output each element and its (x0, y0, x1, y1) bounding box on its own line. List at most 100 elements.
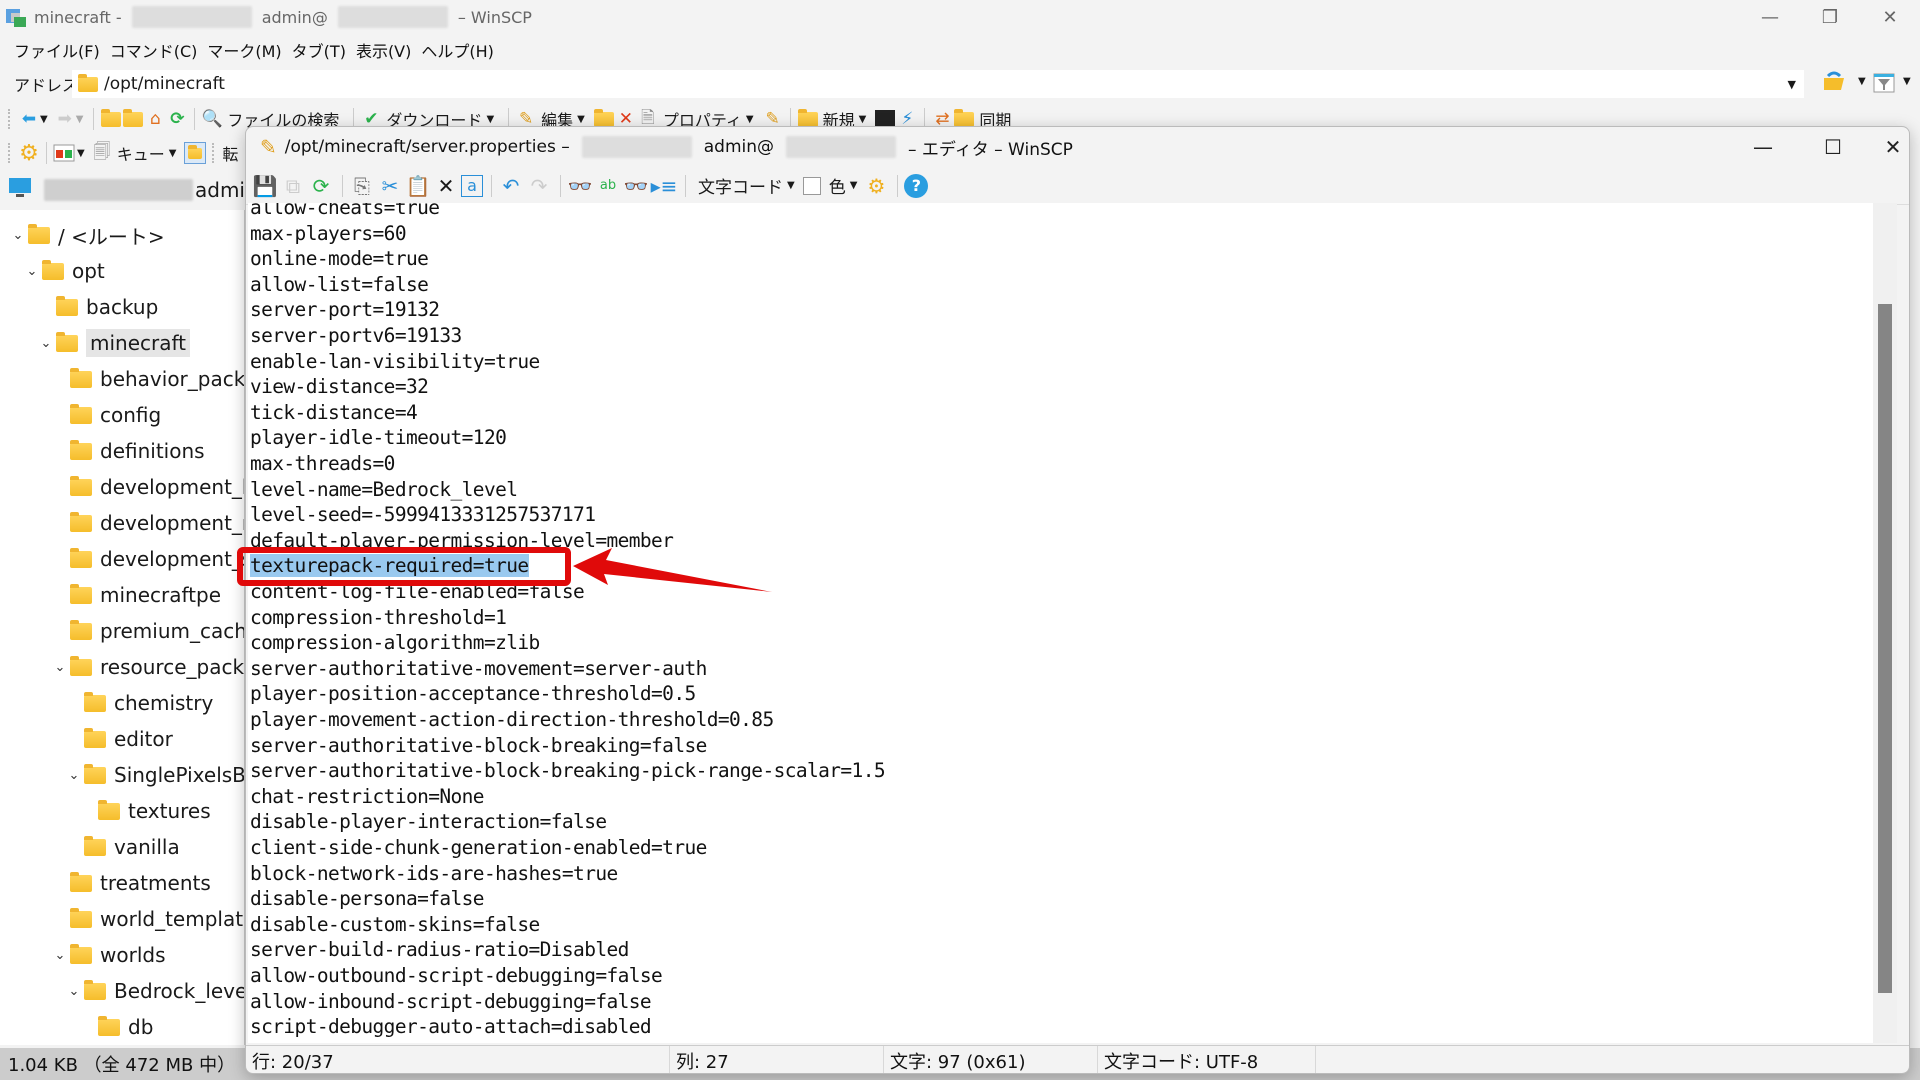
toolbar-grip[interactable] (212, 143, 216, 163)
tree-item[interactable]: minecraftpe (52, 578, 221, 612)
tree-item[interactable]: vanilla (66, 830, 180, 864)
address-dropdown-icon[interactable]: ▼ (1788, 78, 1796, 91)
code-line[interactable]: server-authoritative-block-breaking-pick… (250, 758, 886, 784)
tree-item[interactable]: development_r (52, 506, 244, 540)
tree-item[interactable]: development_b (52, 470, 244, 504)
tree-item[interactable]: ⌄ / <ルート> (10, 218, 165, 252)
code-line[interactable]: server-portv6=19133 (250, 323, 462, 349)
save-all-icon[interactable]: ⧉ (280, 173, 306, 199)
menu-tab[interactable]: タブ(T) (292, 38, 346, 62)
layout-icon[interactable] (53, 142, 75, 164)
tree-item[interactable]: ⌄ resource_packs (52, 650, 244, 684)
color-swatch[interactable] (802, 176, 821, 195)
paste-icon[interactable]: 📋 (405, 173, 431, 199)
tree-item[interactable]: world_templates (52, 902, 244, 936)
menu-file[interactable]: ファイル(F) (14, 38, 100, 62)
new-dropdown-icon[interactable]: ▼ (859, 114, 867, 125)
tree-item[interactable]: ⌄ SinglePixelsBe (66, 758, 244, 792)
session-label[interactable]: admi (195, 178, 245, 202)
code-line[interactable]: allow-inbound-script-debugging=false (250, 989, 652, 1015)
chevron-down-icon[interactable]: ⌄ (66, 984, 82, 999)
code-line[interactable]: chat-restriction=None (250, 784, 485, 810)
redo-icon[interactable]: ↷ (526, 173, 552, 199)
open-folder-icon[interactable] (1822, 70, 1844, 92)
code-line[interactable]: script-debugger-auto-attach=disabled (250, 1014, 652, 1040)
parent-folder-icon[interactable] (100, 108, 122, 130)
forward-arrow-icon[interactable]: ➡ (54, 108, 76, 130)
editor-vertical-scrollbar[interactable] (1873, 203, 1897, 1043)
toolbar-grip[interactable] (8, 109, 12, 129)
replace-icon[interactable]: ab (595, 173, 621, 199)
tree-item[interactable]: premium_cache (52, 614, 244, 648)
find-binoculars-icon[interactable]: 👓 (567, 173, 593, 199)
main-minimize-button[interactable]: — (1740, 0, 1800, 34)
back-dropdown-icon[interactable]: ▼ (40, 114, 48, 125)
address-input[interactable]: /opt/minecraft ▼ (72, 70, 1804, 98)
chevron-down-icon[interactable]: ⌄ (66, 768, 82, 783)
copy-icon[interactable]: ⎘ (349, 173, 375, 199)
transfer-settings-label[interactable]: 転 (222, 141, 238, 165)
toolbar-grip[interactable] (8, 143, 12, 163)
tree-item[interactable]: ⌄ worlds (52, 938, 166, 972)
root-folder-icon[interactable] (122, 108, 144, 130)
main-close-button[interactable]: ✕ (1860, 0, 1920, 34)
tree-item[interactable]: ⌄ minecraft (38, 326, 191, 360)
code-line[interactable]: max-threads=0 (250, 451, 395, 477)
code-line[interactable]: disable-persona=false (250, 886, 485, 912)
filter-icon[interactable] (1873, 72, 1895, 94)
color-dropdown-icon[interactable]: ▼ (850, 180, 858, 191)
scrollbar-thumb[interactable] (1878, 303, 1892, 993)
chevron-down-icon[interactable]: ⌄ (38, 336, 54, 351)
goto-line-icon[interactable]: ▸≡ (651, 173, 678, 199)
tree-item[interactable]: behavior_packs (52, 362, 244, 396)
find-next-icon[interactable]: 👓 (623, 173, 649, 199)
editor-maximize-button[interactable]: ☐ (1803, 129, 1863, 165)
code-line[interactable]: allow-cheats=true (250, 203, 440, 221)
code-line[interactable]: allow-list=false (250, 272, 429, 298)
code-line[interactable]: block-network-ids-are-hashes=true (250, 861, 618, 887)
code-line[interactable]: player-idle-timeout=120 (250, 425, 507, 451)
color-button[interactable]: 色 (829, 173, 846, 198)
tree-item[interactable]: chemistry (66, 686, 213, 720)
reload-icon[interactable]: ⟳ (308, 173, 334, 199)
tree-item[interactable]: editor (66, 722, 173, 756)
delete-icon[interactable]: ✕ (433, 173, 459, 199)
select-all-icon[interactable]: a (461, 174, 483, 197)
code-line[interactable]: level-name=Bedrock_level (250, 477, 518, 503)
code-line[interactable]: server-build-radius-ratio=Disabled (250, 937, 629, 963)
tree-item[interactable]: ⌄ Bedrock_level (66, 974, 244, 1008)
tree-item[interactable]: ⌄ opt (24, 254, 105, 288)
code-line[interactable]: tick-distance=4 (250, 400, 418, 426)
download-dropdown-icon[interactable]: ▼ (486, 114, 494, 125)
properties-dropdown-icon[interactable]: ▼ (746, 114, 754, 125)
layout-dropdown-icon[interactable]: ▼ (77, 148, 85, 159)
cut-icon[interactable]: ✂ (377, 173, 403, 199)
tree-item[interactable]: config (52, 398, 161, 432)
chevron-down-icon[interactable]: ⌄ (52, 948, 68, 963)
menu-command[interactable]: コマンド(C) (110, 38, 198, 62)
save-icon[interactable]: 💾 (252, 173, 278, 199)
edit-dropdown-icon[interactable]: ▼ (577, 114, 585, 125)
tree-item[interactable]: development_s (52, 542, 244, 576)
chevron-down-icon[interactable]: ⌄ (10, 228, 26, 243)
back-arrow-icon[interactable]: ⬅ (18, 108, 40, 130)
encoding-button[interactable]: 文字コード (698, 173, 783, 198)
code-line[interactable]: server-authoritative-block-breaking=fals… (250, 733, 707, 759)
code-line[interactable]: allow-outbound-script-debugging=false (250, 963, 663, 989)
code-line[interactable]: player-position-acceptance-threshold=0.5 (250, 681, 696, 707)
queue-dropdown-icon[interactable]: ▼ (169, 148, 177, 159)
editor-minimize-button[interactable]: — (1733, 129, 1793, 165)
tree-item[interactable]: backup (38, 290, 158, 324)
code-line[interactable]: server-port=19132 (250, 297, 440, 323)
menu-mark[interactable]: マーク(M) (207, 38, 281, 62)
forward-dropdown-icon[interactable]: ▼ (76, 114, 84, 125)
code-line[interactable]: max-players=60 (250, 221, 407, 247)
main-restore-button[interactable]: ❐ (1800, 0, 1860, 34)
tree-item[interactable]: db (80, 1010, 153, 1044)
tree-item[interactable]: treatments (52, 866, 211, 900)
code-line[interactable]: compression-threshold=1 (250, 605, 507, 631)
code-line[interactable]: online-mode=true (250, 246, 429, 272)
preferences-gear-icon[interactable]: ⚙ (863, 173, 889, 199)
code-line[interactable]: disable-player-interaction=false (250, 809, 607, 835)
code-line[interactable]: disable-custom-skins=false (250, 912, 540, 938)
